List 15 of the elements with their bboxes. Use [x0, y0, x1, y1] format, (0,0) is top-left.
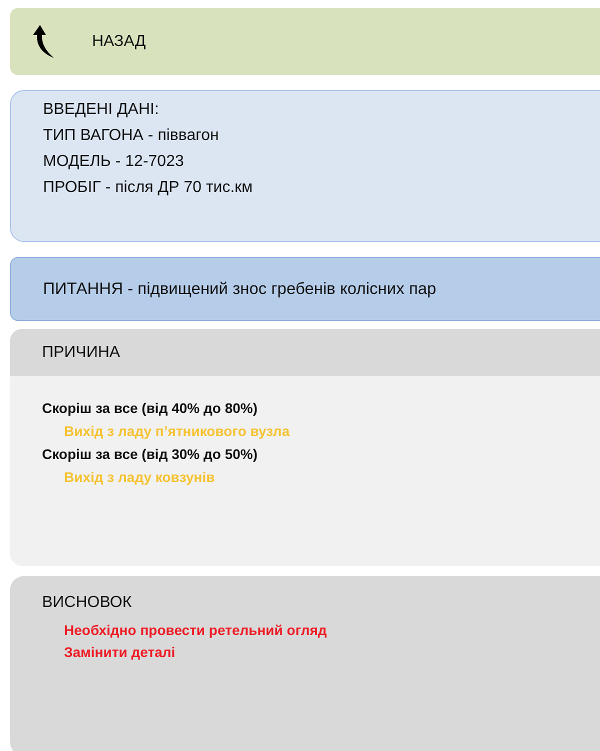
conclusion-title: ВИСНОВОК [42, 593, 133, 613]
curved-arrow-icon [30, 24, 56, 58]
conclusion-text: Необхідно провести ретельний огляд [63, 621, 328, 640]
input-data-line: ПРОБІГ - після ДР 70 тис.км [43, 178, 254, 198]
probability-text: Скоріш за все (від 30% до 50%) [42, 445, 259, 464]
input-data-line: ТИП ВАГОНА - піввагон [43, 126, 220, 146]
back-button[interactable]: НАЗАД [10, 8, 600, 75]
input-data-title: ВВЕДЕНІ ДАНІ: [43, 100, 160, 120]
input-data-line: МОДЕЛЬ - 12-7023 [43, 152, 185, 172]
conclusion-text: Замінити деталі [63, 643, 176, 662]
cause-text: Вихід з ладу п’ятникового вузла [63, 422, 291, 441]
cause-text: Вихід з ладу ковзунів [63, 468, 216, 487]
cause-title: ПРИЧИНА [42, 343, 120, 363]
probability-text: Скоріш за все (від 40% до 80%) [42, 399, 259, 418]
question-text: ПИТАННЯ - підвищений знос гребенів колісних пар [43, 280, 436, 298]
